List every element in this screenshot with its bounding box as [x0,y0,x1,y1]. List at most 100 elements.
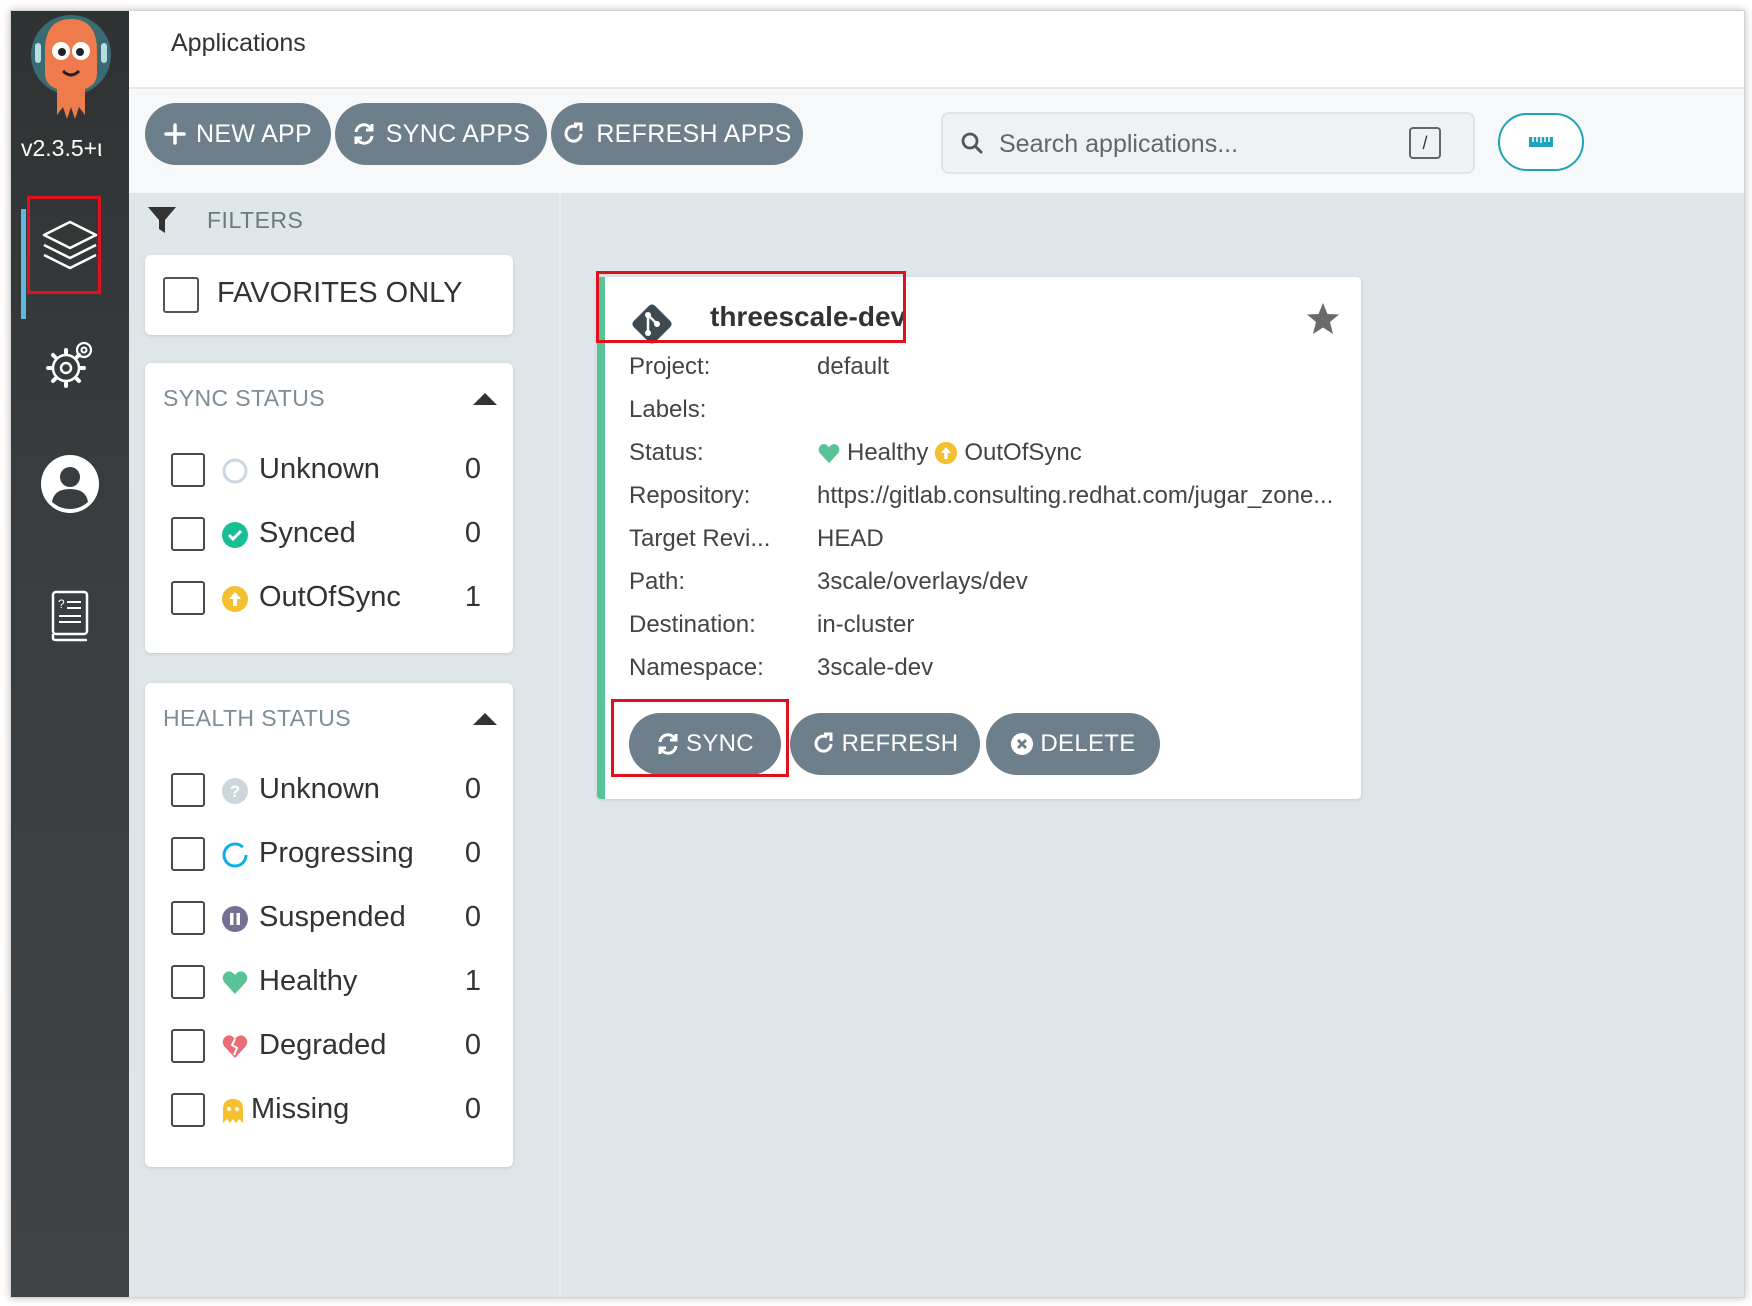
filter-checkbox[interactable] [171,901,205,935]
filter-label: OutOfSync [259,581,401,613]
sync-apps-label: SYNC APPS [385,119,531,148]
app-window: v2.3.5+ι ? Applications NEW APP SYNC APP… [10,10,1745,1298]
broken-heart-icon [222,1035,248,1058]
heart-icon [818,444,840,464]
filter-checkbox[interactable] [171,1029,205,1063]
sync-status-title: SYNC STATUS [163,385,326,411]
collapse-caret-icon[interactable] [473,393,497,405]
filter-label: Missing [251,1093,350,1125]
filter-row-health-unknown[interactable]: ? Unknown 0 [171,765,491,815]
arrow-up-circle-icon [935,441,958,465]
sidebar-item-documentation[interactable]: ? [11,571,129,661]
question-circle-icon: ? [222,778,248,804]
search-box: / [941,112,1475,174]
argo-logo[interactable] [25,11,117,129]
filter-row-health-suspended[interactable]: Suspended 0 [171,893,491,943]
field-key: Project: [629,353,711,380]
filter-label: Unknown [259,773,380,805]
filter-label: Unknown [259,453,380,485]
filter-row-health-degraded[interactable]: Degraded 0 [171,1021,491,1071]
view-toggle-button[interactable] [1498,113,1584,171]
git-icon [632,304,672,344]
star-icon[interactable] [1305,301,1341,337]
filters-label: FILTERS [207,206,304,233]
filter-label: Suspended [259,901,406,933]
refresh-button[interactable]: REFRESH [790,713,980,775]
heart-icon [222,971,248,994]
refresh-icon [814,732,833,753]
collapse-caret-icon[interactable] [473,713,497,725]
app-name[interactable]: threescale-dev [710,301,906,333]
refresh-apps-label: REFRESH APPS [596,119,792,148]
new-app-button[interactable]: NEW APP [145,103,331,165]
arrow-up-circle-icon [222,586,248,612]
user-circle-icon [41,455,99,513]
version-label: v2.3.5+ι [21,135,103,161]
filter-row-health-progressing[interactable]: Progressing 0 [171,829,491,879]
filter-count: 0 [464,1029,481,1061]
filter-label: Progressing [259,837,414,869]
filter-label: Healthy [259,965,358,997]
filter-count: 1 [464,965,481,997]
sync-apps-button[interactable]: SYNC APPS [335,103,547,165]
filter-label: Synced [259,517,356,549]
filter-row-sync-synced[interactable]: Synced 0 [171,509,491,559]
pause-circle-icon [222,906,248,932]
sync-status-text: OutOfSync [964,439,1082,466]
refresh-button-label: REFRESH [841,730,959,757]
top-header: Applications [129,11,1744,87]
filter-count: 0 [464,773,481,805]
delete-circle-icon [1011,733,1034,755]
field-key: Path: [629,568,686,595]
filter-checkbox[interactable] [171,837,205,871]
field-value: 3scale-dev [817,654,934,681]
favorites-panel: FAVORITES ONLY [145,255,513,335]
filter-row-sync-outofsync[interactable]: OutOfSync 1 [171,573,491,623]
funnel-icon [148,207,176,233]
docs-book-icon: ? [51,590,89,642]
filters-header: FILTERS [147,205,303,235]
sync-icon [354,123,374,145]
progress-circle-icon [222,842,248,868]
filter-checkbox[interactable] [171,773,205,807]
filter-row-health-healthy[interactable]: Healthy 1 [171,957,491,1007]
filter-row-sync-unknown[interactable]: Unknown 0 [171,445,491,495]
favorites-only-label: FAVORITES ONLY [217,277,463,309]
filter-checkbox[interactable] [171,581,205,615]
search-icon [961,132,983,154]
filter-checkbox[interactable] [171,1093,205,1127]
field-key: Target Revi... [629,525,771,552]
svg-text:?: ? [58,597,65,611]
search-shortcut-key: / [1409,127,1441,159]
filter-count: 0 [464,453,481,485]
ghost-icon [223,1099,243,1123]
filter-count: 0 [464,1093,481,1125]
filter-count: 0 [464,837,481,869]
refresh-icon [564,122,583,143]
field-value[interactable]: https://gitlab.consulting.redhat.com/jug… [817,482,1333,510]
filter-row-health-missing[interactable]: Missing 0 [171,1085,491,1135]
sidebar-item-applications[interactable] [11,201,129,291]
unknown-circle-icon [222,458,248,484]
sidebar-item-settings[interactable] [11,319,129,409]
search-input[interactable] [997,124,1411,164]
sync-status-panel: SYNC STATUS Unknown 0 Synced 0 OutOfSync… [145,363,513,653]
app-card[interactable]: threescale-dev Project: default Labels: … [597,277,1361,799]
sidebar: v2.3.5+ι ? [11,11,129,1297]
field-value: default [817,353,890,380]
filter-checkbox[interactable] [171,965,205,999]
sync-button[interactable]: SYNC [629,713,781,775]
field-key: Namespace: [629,654,764,681]
delete-button[interactable]: DELETE [986,713,1160,775]
refresh-apps-button[interactable]: REFRESH APPS [551,103,803,165]
filter-checkbox[interactable] [171,517,205,551]
filters-column: FILTERS FAVORITES ONLY SYNC STATUS Unkno… [129,193,561,1297]
check-circle-icon [222,522,248,548]
ruler-icon [1529,137,1553,147]
favorites-only-checkbox[interactable] [163,277,199,313]
sidebar-item-user-info[interactable] [11,439,129,529]
field-key: Destination: [629,611,756,638]
field-key: Labels: [629,396,707,423]
field-key: Status: [629,439,704,466]
filter-checkbox[interactable] [171,453,205,487]
